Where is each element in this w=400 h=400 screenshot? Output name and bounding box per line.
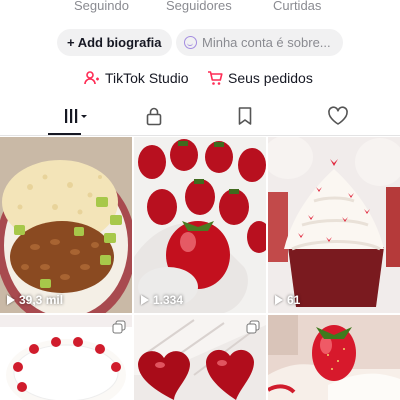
add-bio-button[interactable]: + Add biografia <box>57 29 172 56</box>
bookmark-icon <box>237 106 253 131</box>
strawberries-image <box>134 137 266 313</box>
heart-icon <box>327 106 349 131</box>
play-icon <box>7 295 15 305</box>
orders-label: Seus pedidos <box>228 70 313 86</box>
view-count: 39,3 mil <box>7 293 63 307</box>
bio-row: + Add biografia Minha conta é sobre... <box>0 29 400 57</box>
tab-selected-indicator <box>48 133 81 135</box>
video-thumbnail-strawberries[interactable]: 1.334 <box>134 137 266 313</box>
grid-icon <box>62 107 88 130</box>
orders-link[interactable]: Seus pedidos <box>207 66 313 90</box>
tab-private[interactable] <box>104 102 204 135</box>
video-thumbnail-strawberry-cupcake[interactable] <box>268 315 400 400</box>
video-thumbnail-cupcake[interactable]: 61 <box>268 137 400 313</box>
video-thumbnail-white-cake[interactable] <box>0 315 132 400</box>
video-thumbnail-rice-plate[interactable]: 39,3 mil <box>0 137 132 313</box>
about-input[interactable]: Minha conta é sobre... <box>176 29 343 56</box>
multiple-images-icon <box>246 320 260 339</box>
tiktok-studio-label: TikTok Studio <box>105 70 189 86</box>
studio-icon <box>84 70 100 86</box>
creator-links: TikTok Studio Seus pedidos <box>0 66 400 90</box>
profile-tabs <box>0 102 400 136</box>
view-count: 61 <box>275 293 300 307</box>
tab-favorites[interactable] <box>195 102 295 135</box>
rice-plate-image <box>0 137 132 313</box>
play-icon <box>275 295 283 305</box>
play-icon <box>141 295 149 305</box>
tiktok-studio-link[interactable]: TikTok Studio <box>84 66 189 90</box>
cupcake-image <box>268 137 400 313</box>
likes-label[interactable]: Curtidas <box>273 0 321 13</box>
video-thumbnail-red-hearts[interactable] <box>134 315 266 400</box>
view-count: 1.334 <box>141 293 183 307</box>
lock-icon <box>145 106 163 131</box>
multiple-images-icon <box>112 320 126 339</box>
profile-stats: Seguindo Seguidores Curtidas <box>0 0 400 18</box>
followers-label[interactable]: Seguidores <box>166 0 232 13</box>
tab-liked[interactable] <box>288 102 388 135</box>
video-grid: 39,3 mil 1.334 61 <box>0 137 400 400</box>
following-label[interactable]: Seguindo <box>74 0 129 13</box>
cart-icon <box>207 70 223 86</box>
about-placeholder: Minha conta é sobre... <box>202 35 331 50</box>
smile-icon <box>184 36 197 49</box>
add-bio-label: + Add biografia <box>67 35 162 50</box>
strawberry-cupcake-image <box>268 315 400 400</box>
